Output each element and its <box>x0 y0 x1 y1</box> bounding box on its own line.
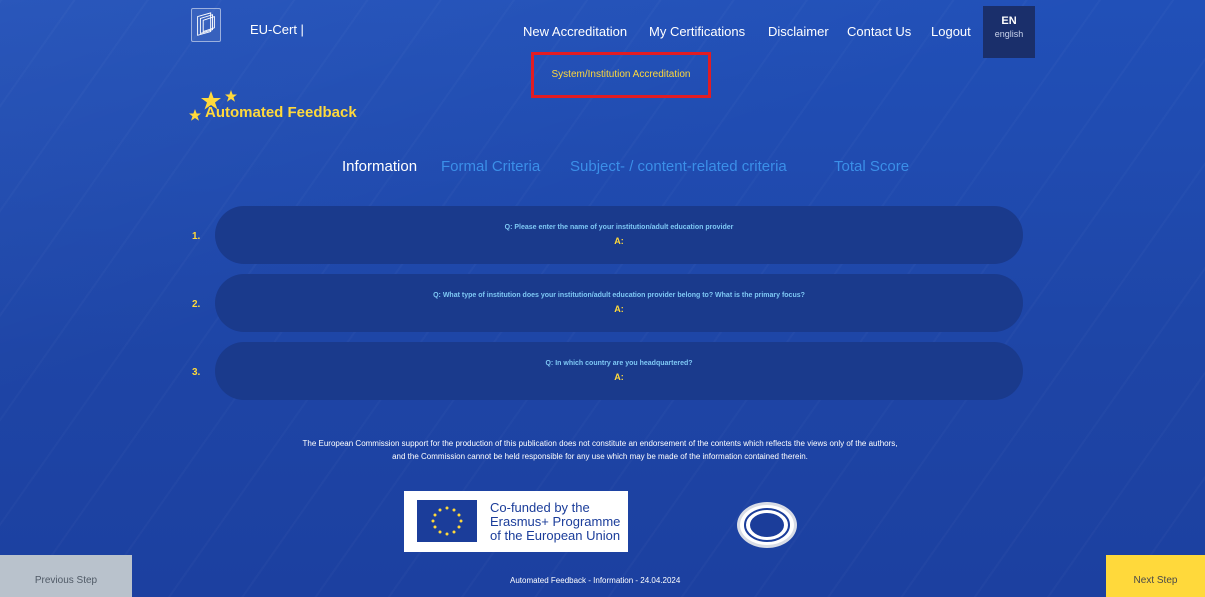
question-card[interactable]: Q: Please enter the name of your institu… <box>215 206 1023 264</box>
brand-name: EU-Cert | <box>250 22 304 37</box>
language-selector[interactable]: EN english <box>983 6 1035 58</box>
nav-contact-us[interactable]: Contact Us <box>847 24 911 39</box>
nav-disclaimer[interactable]: Disclaimer <box>768 24 829 39</box>
eu-cert-logo-icon[interactable] <box>191 8 221 42</box>
eu-cofunded-text: Co-funded by the Erasmus+ Programme of t… <box>490 501 620 543</box>
erasmus-cofunded-logo: Co-funded by the Erasmus+ Programme of t… <box>404 491 628 552</box>
top-navigation-bar: EU-Cert | New Accreditation My Certifica… <box>0 0 1205 60</box>
tab-information[interactable]: Information <box>342 158 417 175</box>
nav-new-accreditation[interactable]: New Accreditation <box>523 24 627 39</box>
question-card[interactable]: Q: In which country are you headquartere… <box>215 342 1023 400</box>
tab-total-score[interactable]: Total Score <box>834 158 909 175</box>
question-number: 1. <box>192 231 201 242</box>
eu-cert-round-logo <box>737 502 797 548</box>
accreditation-type-label: System/Institution Accreditation <box>551 69 691 80</box>
question-card[interactable]: Q: What type of institution does your in… <box>215 274 1023 332</box>
eu-text-line-2: Erasmus+ Programme <box>490 514 621 529</box>
previous-step-button[interactable]: Previous Step <box>0 555 132 597</box>
nav-my-certifications[interactable]: My Certifications <box>649 24 745 39</box>
footer-status-text: Automated Feedback - Information - 24.04… <box>510 576 681 585</box>
question-text: Q: Please enter the name of your institu… <box>504 224 734 231</box>
eu-disclaimer-text: The European Commission support for the … <box>302 439 898 461</box>
answer-text: A: <box>614 304 624 314</box>
page-title: Automated Feedback <box>205 104 357 121</box>
next-step-label: Next Step <box>1133 575 1178 586</box>
answer-text: A: <box>614 372 624 382</box>
tab-formal-criteria[interactable]: Formal Criteria <box>441 158 540 175</box>
language-name: english <box>994 29 1024 39</box>
eu-text-line-1: Co-funded by the <box>490 500 590 515</box>
eu-text-line-3: of the European Union <box>490 528 621 543</box>
question-text: Q: What type of institution does your in… <box>433 292 805 299</box>
eu-flag-icon <box>417 500 477 542</box>
question-number: 3. <box>192 367 201 378</box>
next-step-button[interactable]: Next Step <box>1106 555 1205 597</box>
accreditation-type-heading: System/Institution Accreditation <box>531 52 711 98</box>
question-number: 2. <box>192 299 201 310</box>
answer-text: A: <box>614 236 624 246</box>
footer-bar: Previous Step Automated Feedback - Infor… <box>0 555 1205 597</box>
previous-step-label: Previous Step <box>34 575 98 586</box>
tab-subject-content-criteria[interactable]: Subject- / content-related criteria <box>570 158 787 175</box>
language-code: EN <box>1001 15 1017 27</box>
nav-logout[interactable]: Logout <box>931 24 971 39</box>
question-text: Q: In which country are you headquartere… <box>545 360 693 367</box>
